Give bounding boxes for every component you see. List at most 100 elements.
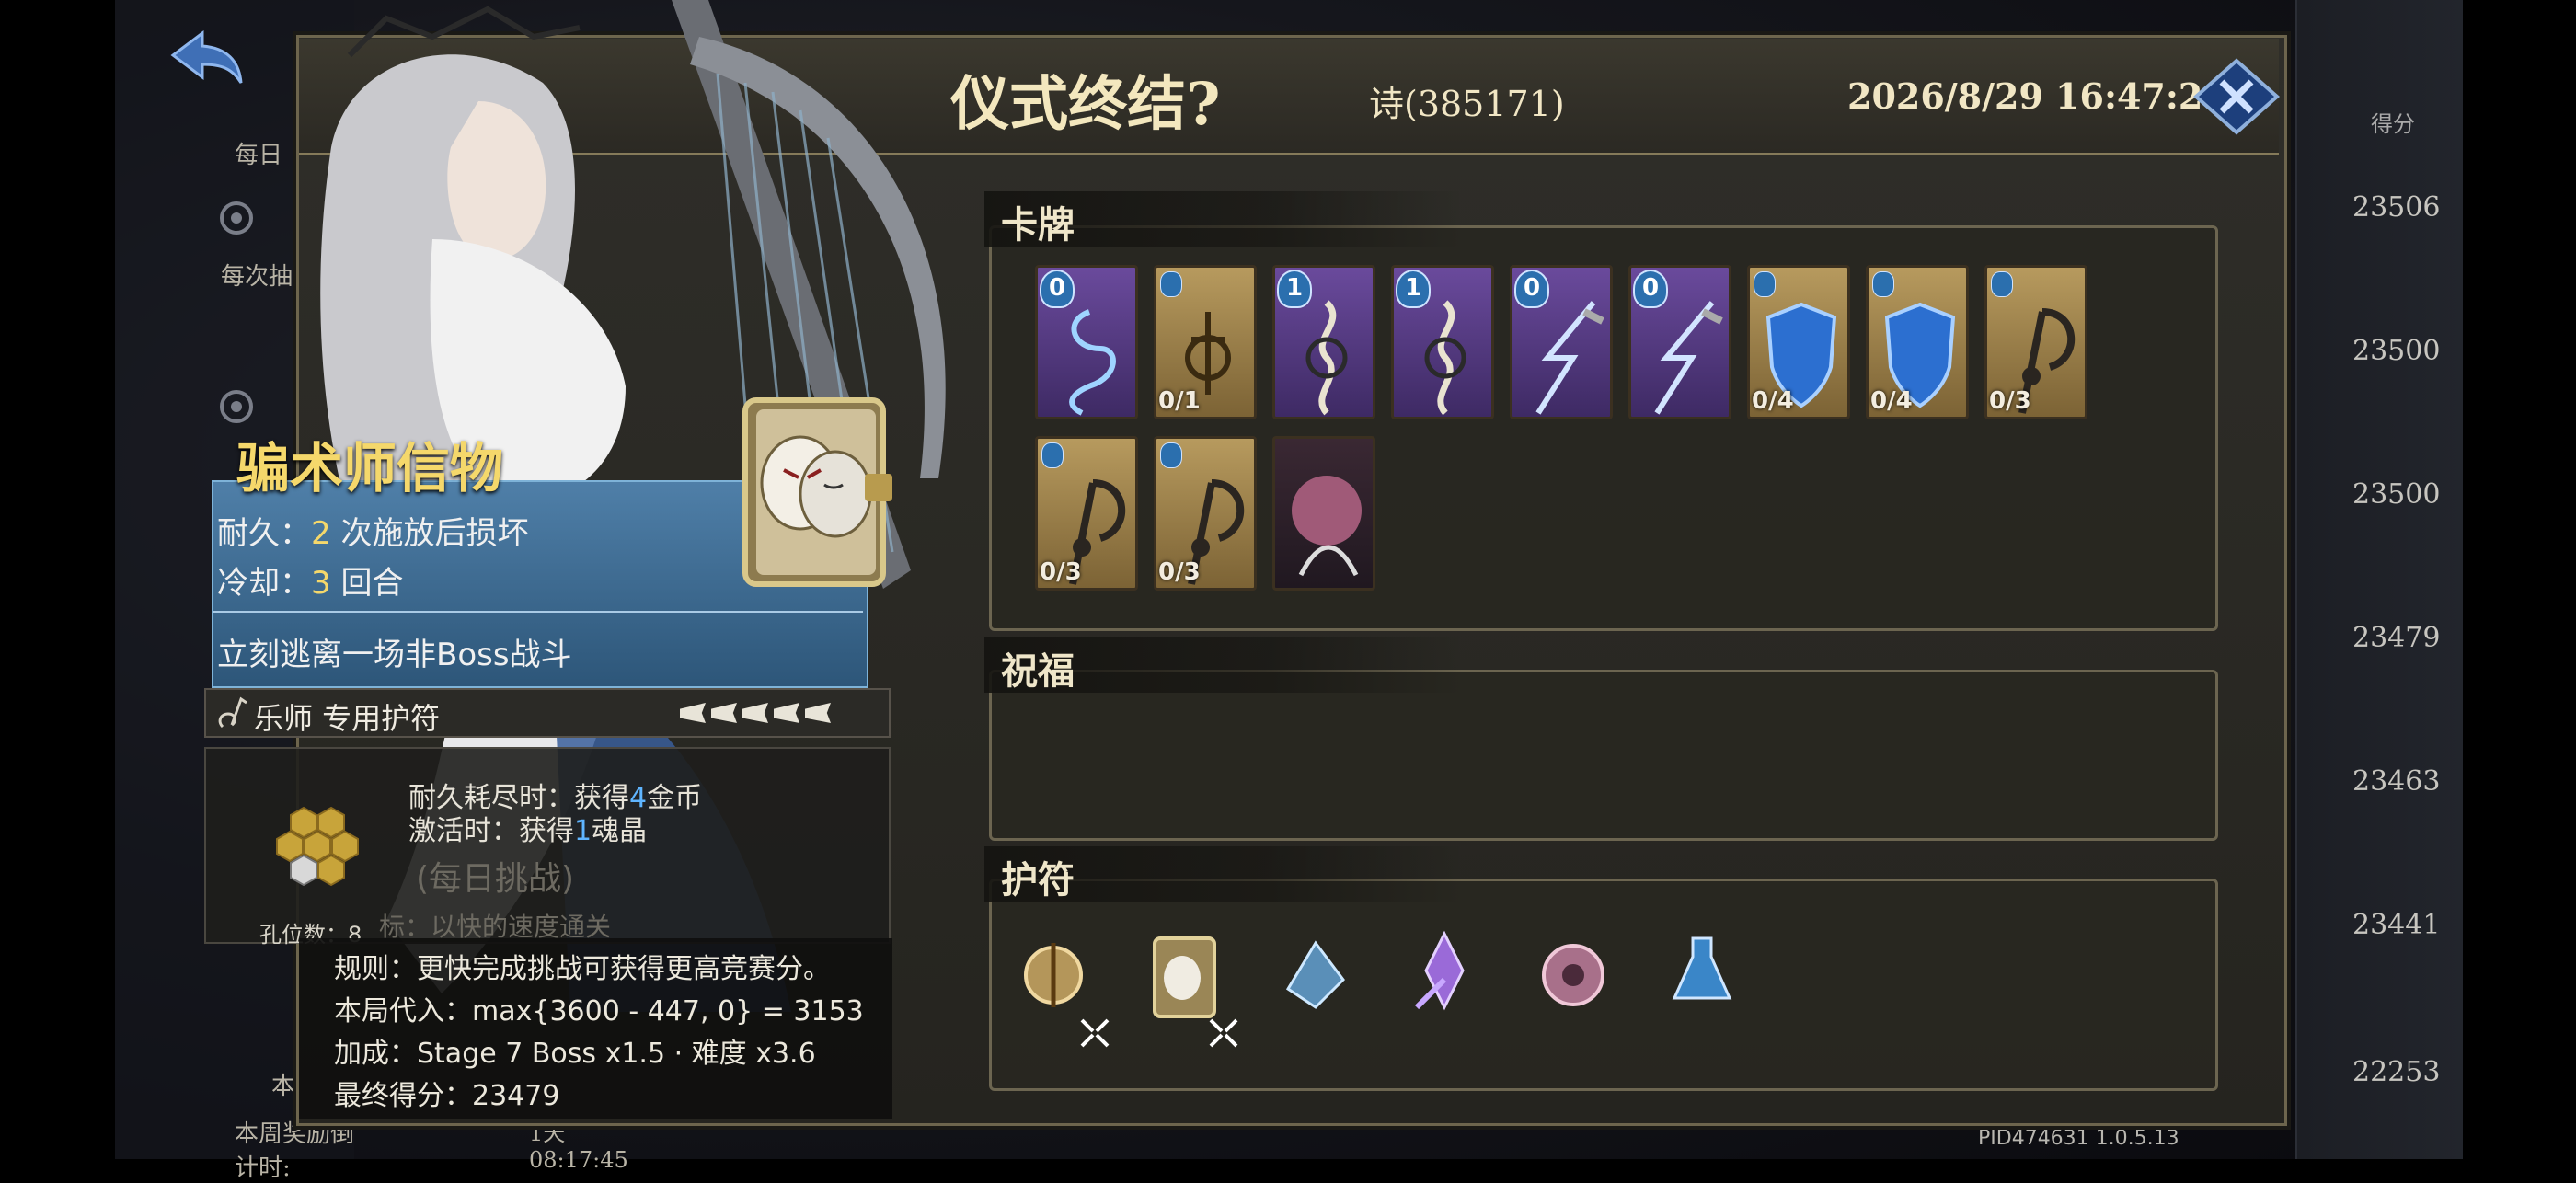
rarity-star-icon [805,703,831,723]
card[interactable]: 0/4 [1866,265,1969,419]
amulet-section-title: 护符 [1001,858,1075,902]
card-uses: 0/4 [1752,387,1794,415]
rules-panel: 规则：更快完成挑战可获得更高竞赛分。 本局代入：max{3600 - 447, … [299,938,892,1119]
item-effect: 立刻逃离一场非Boss战斗 [217,637,572,673]
cooldown-suffix: 回合 [340,565,404,602]
close-x-icon [2192,58,2281,135]
card-cost: 1 [1396,270,1431,308]
item-name: 骗术师信物 [236,437,504,500]
mask-book-icon [742,397,892,587]
durability-label: 耐久： [217,515,311,552]
card-cost: 0 [1633,270,1668,308]
amulet-row [1012,925,1840,1053]
swap-arrows-icon [1080,1018,1110,1048]
card-type-tag [1991,271,2013,297]
blessing-section-title: 祝福 [1001,649,1075,693]
mask-book-icon [1153,936,1216,1018]
score-header: 得分 [2371,111,2415,137]
card-type-tag [1160,442,1182,468]
card-uses: 0/3 [1158,558,1201,586]
rarity-star-icon [774,703,799,723]
gold-unit: 金币 [647,782,703,814]
brain-curse-icon [1292,476,1362,577]
soul-unit: 魂晶 [592,815,648,847]
soul-amount: 1 [574,815,592,847]
card[interactable]: 0/4 [1747,265,1850,419]
amulet-slot[interactable] [1656,925,1757,1044]
left-week-label: 本 [271,1073,296,1100]
card-uses: 0/3 [1040,558,1082,586]
honeycomb-socket-icon [276,806,359,887]
player-name: 诗(385171) [1369,84,1565,124]
treble-clef-swirl-icon [1424,300,1466,416]
card[interactable]: 0/3 [1154,436,1257,591]
card[interactable]: 1 [1272,265,1375,419]
amulet-slot[interactable] [1012,925,1113,1048]
compass-icon [220,390,253,423]
class-text: 乐师 专用护符 [254,701,441,736]
rarity-star-icon [742,703,768,723]
rarity-stars [680,703,882,727]
cooldown-line: 冷却：3 回合 [217,557,403,603]
compass-icon [220,201,253,235]
amulet-slot[interactable] [1398,925,1500,1044]
amulet-slot[interactable] [1141,925,1242,1048]
amulet-slot[interactable] [1527,925,1628,1044]
card-uses: 0/4 [1870,387,1913,415]
bonus-line: 加成：Stage 7 Boss x1.5 · 难度 x3.6 [334,1038,816,1070]
trickster-token-image [727,382,911,612]
card-type-tag [1041,442,1064,468]
card-type-tag [1872,271,1894,297]
card[interactable]: 0 [1628,265,1731,419]
base-score-line: 本局代入：max{3600 - 447, 0} = 3153 [334,995,864,1028]
class-row: 乐师 专用护符 [204,688,891,738]
run-datetime: 2026/8/29 16:47:28 [1847,75,2227,117]
faded-challenge-title: (每日挑战) [416,860,575,898]
blue-potion-icon [1672,936,1732,1000]
card-cost: 1 [1277,270,1312,308]
rules-line: 规则：更快完成挑战可获得更高竞赛分。 [334,953,831,985]
card-cost: 0 [1040,270,1075,308]
crystal-bird-icon [1285,940,1345,1009]
card[interactable]: 0/3 [1984,265,2087,419]
chain-lightning-icon [1535,301,1604,415]
card[interactable]: 0/3 [1035,436,1138,591]
card[interactable]: 0/1 [1154,265,1257,419]
durability-suffix: 次施放后损坏 [340,515,529,552]
cooldown-label: 冷却： [217,565,311,602]
pink-shell-icon [1542,944,1604,1006]
socket-panel: 耐久耗尽时：获得4金币 激活时：获得1魂晶 (每日挑战) 标：以快的速度通关 孔… [204,747,891,948]
card-type-tag [1754,271,1776,297]
durability-line: 耐久：2 次施放后损坏 [217,508,528,553]
on-activate-line: 激活时：获得1魂晶 [408,808,647,848]
leaderboard-panel: 得分 23506 23500 23500 23479 23463 23441 2… [2295,0,2463,1159]
on-activate-prefix: 激活时：获得 [408,815,574,847]
rarity-star-icon [711,703,737,723]
amulet-slot[interactable] [1270,925,1371,1044]
durability-value: 2 [311,515,331,552]
music-class-icon [218,696,247,729]
build-id: PID474631 1.0.5.13 [1978,1127,2179,1150]
cooldown-value: 3 [311,565,331,602]
card[interactable]: 0 [1035,265,1138,419]
swap-arrows-icon [1209,1018,1238,1048]
card-grid: 0 0/1 1 1 0 0 0/4 0/4 0/3 0/3 0/3 [1035,265,2194,605]
rarity-star-icon [680,703,706,723]
card-uses: 0/1 [1158,387,1201,415]
card[interactable]: 1 [1391,265,1494,419]
close-button[interactable] [2192,57,2281,136]
cards-section-title: 卡牌 [1001,203,1075,247]
rune-charm-icon [1024,943,1083,1007]
card-type-tag [1160,271,1182,297]
card[interactable]: 0 [1510,265,1613,419]
spiral-spirit-icon [1069,309,1116,416]
card-cost: 0 [1514,270,1549,308]
chain-lightning-icon [1654,301,1723,415]
violet-key-icon [1414,930,1465,1011]
card-uses: 0/3 [1989,387,2031,415]
final-score-line: 最终得分：23479 [334,1080,560,1112]
blessing-section [989,670,2218,841]
card[interactable] [1272,436,1375,591]
back-arrow-icon[interactable] [166,26,248,90]
treble-clef-swirl-icon [1305,300,1348,416]
